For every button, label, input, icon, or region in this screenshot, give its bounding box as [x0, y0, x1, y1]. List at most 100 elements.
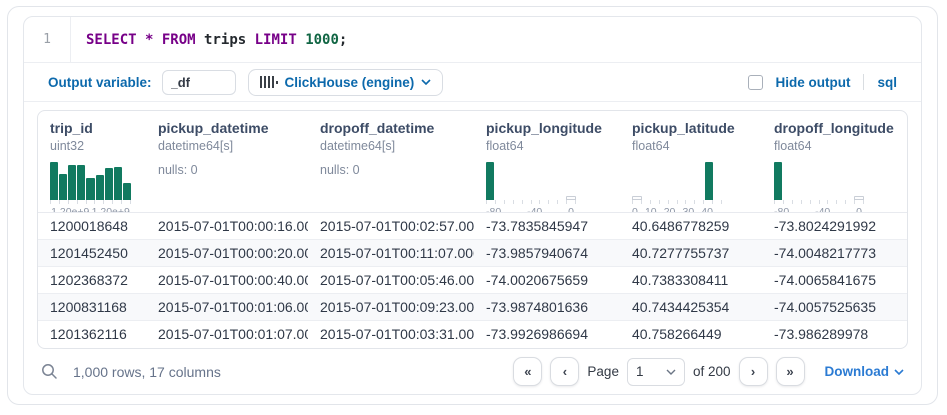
cell: 2015-07-01T00:02:57.000	[308, 213, 474, 239]
column-nulls: nulls: 0	[158, 163, 308, 177]
histogram-pickup-longitude: -80-400	[486, 162, 576, 212]
cell: 1201452450	[38, 240, 146, 266]
cell: -73.9857940674	[474, 240, 620, 266]
cell: 40.6486778259	[620, 213, 762, 239]
first-page-button[interactable]: «	[513, 357, 542, 386]
column-header-dropoff-datetime: dropoff_datetime datetime64[s] nulls: 0	[308, 111, 474, 212]
sql-token: ;	[339, 32, 347, 48]
notebook-window: 1 SELECT * FROM trips LIMIT 1000; Output…	[7, 6, 938, 405]
page-label: Page	[587, 364, 619, 379]
column-name[interactable]: pickup_datetime	[158, 120, 308, 136]
search-icon[interactable]	[41, 363, 58, 380]
column-nulls: nulls: 0	[320, 163, 474, 177]
download-label: Download	[825, 364, 890, 379]
cell: 40.7277755737	[620, 240, 762, 266]
cell: 2015-07-01T00:01:06.000	[146, 294, 308, 320]
table-footer: 1,000 rows, 17 columns « ‹ Page 1 of 200…	[37, 349, 908, 394]
cell-options-bar: Output variable: ClickHouse (engine) Hid…	[24, 63, 921, 101]
column-type: uint32	[50, 139, 146, 153]
clickhouse-logo-icon	[260, 76, 278, 88]
column-name[interactable]: dropoff_datetime	[320, 120, 474, 136]
hide-output-label[interactable]: Hide output	[776, 75, 851, 90]
cell: 2015-07-01T00:01:07.000	[146, 321, 308, 348]
column-header-dropoff-longitude: dropoff_longitude float64 -80-400	[762, 111, 906, 212]
column-header-pickup-longitude: pickup_longitude float64 -80-400	[474, 111, 620, 212]
cell: -73.9874801636	[474, 294, 620, 320]
cell: -73.7835845947	[474, 213, 620, 239]
cell: 1201362116	[38, 321, 146, 348]
divider	[863, 74, 864, 90]
column-header-pickup-datetime: pickup_datetime datetime64[s] nulls: 0	[146, 111, 308, 212]
sql-token: *	[145, 32, 162, 48]
page-select[interactable]: 1	[627, 358, 685, 386]
cell-output: trip_id uint32 1.20e+91.20e+9 pickup_dat…	[24, 102, 921, 394]
line-number: 1	[24, 32, 70, 47]
cell: 2015-07-01T00:00:40.000	[146, 267, 308, 293]
column-name[interactable]: trip_id	[50, 120, 146, 136]
cell: -74.0048217773	[762, 240, 906, 266]
sql-token: LIMIT	[255, 32, 306, 48]
table-header-row: trip_id uint32 1.20e+91.20e+9 pickup_dat…	[38, 111, 907, 213]
page-select-value: 1	[636, 364, 644, 379]
chevron-down-icon	[894, 369, 904, 375]
language-badge[interactable]: sql	[877, 75, 897, 90]
hide-output-checkbox[interactable]	[748, 75, 763, 90]
cell: 2015-07-01T00:11:07.000	[308, 240, 474, 266]
column-type: float64	[632, 139, 762, 153]
histogram-trip-id: 1.20e+91.20e+9	[50, 162, 131, 212]
column-type: datetime64[s]	[158, 139, 308, 153]
cell: -73.8024291992	[762, 213, 906, 239]
cell: -74.0065841675	[762, 267, 906, 293]
cell: 40.758266449	[620, 321, 762, 348]
cell: -74.0020675659	[474, 267, 620, 293]
chevron-down-icon	[421, 79, 431, 85]
column-type: float64	[486, 139, 620, 153]
sql-token: trips	[204, 32, 255, 48]
cell: 2015-07-01T00:05:46.000	[308, 267, 474, 293]
column-name[interactable]: pickup_longitude	[486, 120, 620, 136]
column-header-pickup-latitude: pickup_latitude float64 010203040	[620, 111, 762, 212]
histogram-pickup-latitude: 010203040	[632, 162, 722, 212]
cell: 2015-07-01T00:00:20.000	[146, 240, 308, 266]
cell: 1202368372	[38, 267, 146, 293]
pagination: « ‹ Page 1 of 200 › »	[513, 357, 804, 386]
sql-code-line[interactable]: SELECT * FROM trips LIMIT 1000;	[70, 17, 921, 62]
code-editor: 1 SELECT * FROM trips LIMIT 1000;	[24, 17, 921, 62]
row-count-summary: 1,000 rows, 17 columns	[73, 364, 221, 380]
table-row: 1200018648 2015-07-01T00:00:16.000 2015-…	[38, 213, 907, 240]
output-variable-input[interactable]	[162, 70, 236, 95]
sql-token: 1000	[305, 32, 339, 48]
table-row: 1201452450 2015-07-01T00:00:20.000 2015-…	[38, 240, 907, 267]
column-header-trip-id: trip_id uint32 1.20e+91.20e+9	[38, 111, 146, 212]
column-name[interactable]: pickup_latitude	[632, 120, 762, 136]
cell: 1200018648	[38, 213, 146, 239]
engine-selector[interactable]: ClickHouse (engine)	[248, 69, 444, 96]
chevron-down-icon	[666, 369, 676, 375]
last-page-button[interactable]: »	[776, 357, 805, 386]
table-row: 1201362116 2015-07-01T00:01:07.000 2015-…	[38, 321, 907, 348]
page-total-label: of 200	[693, 364, 731, 379]
cell: 2015-07-01T00:03:31.000	[308, 321, 474, 348]
sql-token: SELECT	[86, 32, 145, 48]
download-button[interactable]: Download	[825, 364, 905, 379]
table-row: 1200831168 2015-07-01T00:01:06.000 2015-…	[38, 294, 907, 321]
cell: 40.7434425354	[620, 294, 762, 320]
cell: -73.9926986694	[474, 321, 620, 348]
column-name[interactable]: dropoff_longitude	[774, 120, 906, 136]
histogram-dropoff-longitude: -80-400	[774, 162, 864, 212]
cell: 2015-07-01T00:09:23.000	[308, 294, 474, 320]
cell: 2015-07-01T00:00:16.000	[146, 213, 308, 239]
column-type: datetime64[s]	[320, 139, 474, 153]
cell: -74.0057525635	[762, 294, 906, 320]
result-table: trip_id uint32 1.20e+91.20e+9 pickup_dat…	[37, 110, 908, 349]
previous-page-button[interactable]: ‹	[550, 357, 579, 386]
output-variable-label: Output variable:	[48, 75, 152, 90]
next-page-button[interactable]: ›	[739, 357, 768, 386]
column-type: float64	[774, 139, 906, 153]
engine-label: ClickHouse (engine)	[285, 75, 415, 90]
cell: -73.986289978	[762, 321, 906, 348]
sql-token: FROM	[162, 32, 204, 48]
table-row: 1202368372 2015-07-01T00:00:40.000 2015-…	[38, 267, 907, 294]
cell: 40.7383308411	[620, 267, 762, 293]
sql-cell: 1 SELECT * FROM trips LIMIT 1000; Output…	[23, 16, 922, 395]
